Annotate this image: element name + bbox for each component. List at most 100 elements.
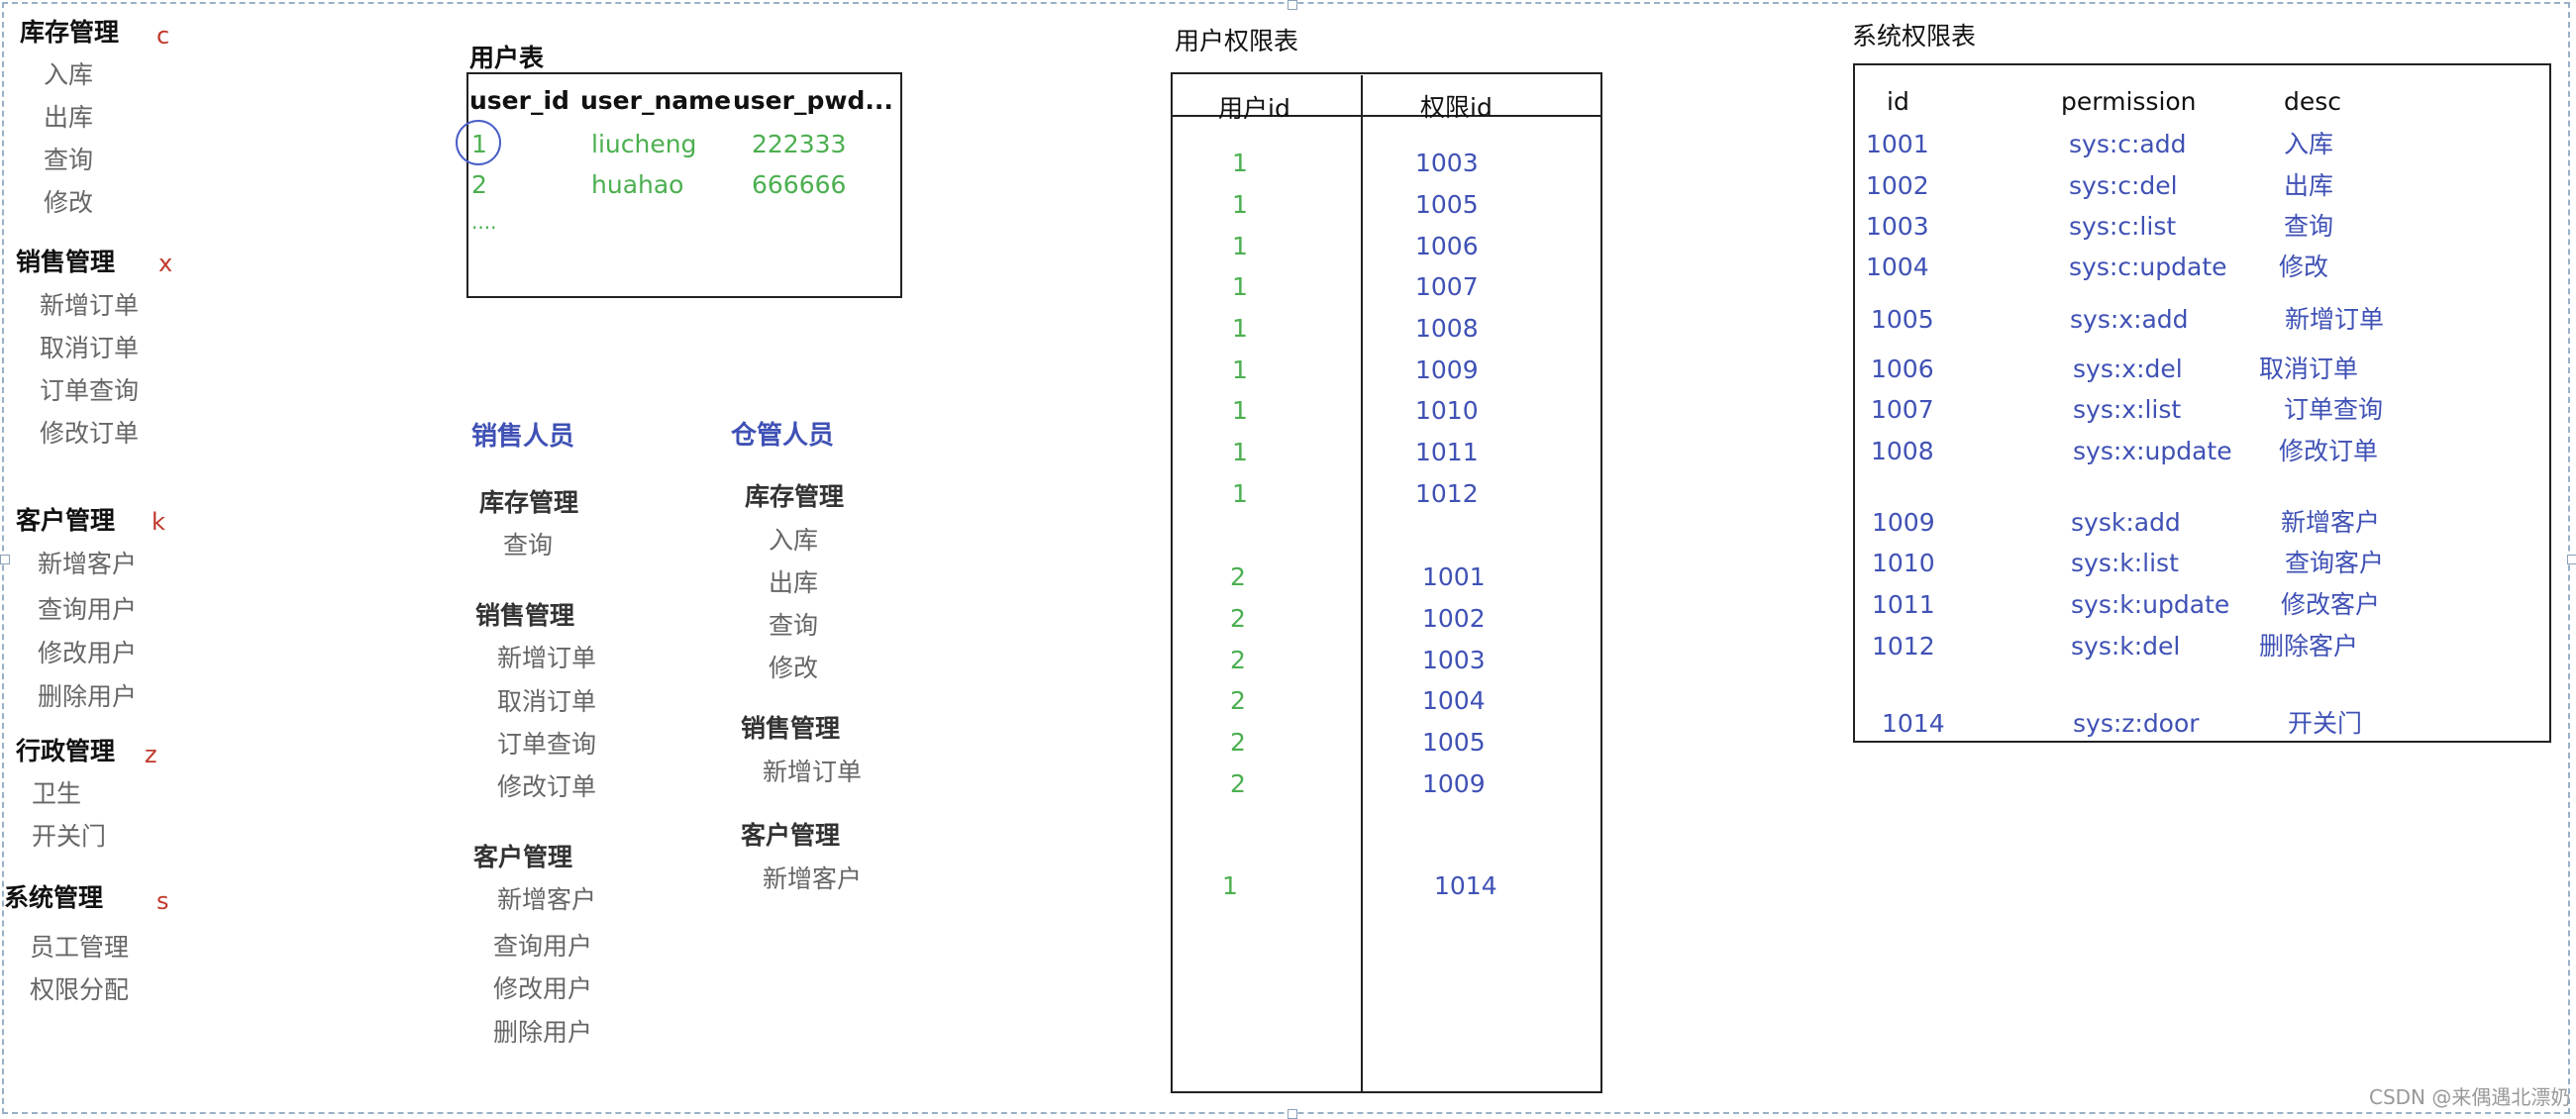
role-group-title: 客户管理: [741, 821, 841, 850]
role-title: 销售人员: [471, 422, 575, 452]
menu-item: 订单查询: [40, 376, 140, 405]
table-cell: 1007: [1871, 395, 1934, 424]
column-header: 用户id: [1218, 94, 1290, 123]
column-header: user_name: [580, 86, 732, 115]
table-cell: 1008: [1871, 437, 1934, 465]
table-cell: 1006: [1415, 232, 1479, 260]
table-cell: sys:c:update: [2069, 253, 2227, 281]
menu-item: 新增订单: [40, 291, 140, 320]
menu-group-code: z: [145, 741, 157, 768]
table-cell: 1: [1232, 438, 1248, 466]
table-cell: 1002: [1422, 604, 1486, 633]
table-cell: 1010: [1415, 396, 1479, 425]
table-ellipsis: ....: [471, 210, 497, 234]
role-item: 修改: [769, 654, 819, 682]
table-cell: 1004: [1866, 253, 1929, 281]
column-header: permission: [2061, 87, 2197, 116]
table-cell: liucheng: [591, 130, 697, 158]
table-cell: 2: [1230, 686, 1246, 715]
table-cell: 查询: [2284, 212, 2334, 241]
role-item: 查询: [769, 611, 819, 640]
table-cell: 1006: [1871, 355, 1934, 383]
menu-group-title: 行政管理: [16, 737, 116, 765]
table-cell: sys:x:list: [2073, 395, 2182, 424]
role-group-title: 客户管理: [473, 843, 573, 871]
menu-group-code: x: [158, 250, 173, 277]
table-cell: sys:k:del: [2071, 632, 2181, 661]
table-cell: sys:x:add: [2070, 305, 2189, 334]
column-header: desc: [2284, 87, 2342, 116]
menu-group-code: s: [156, 887, 169, 915]
table-cell: 2: [471, 170, 487, 199]
menu-item: 开关门: [32, 822, 107, 851]
role-item: 新增订单: [763, 758, 863, 786]
role-item: 新增客户: [763, 865, 863, 893]
menu-group-title: 系统管理: [4, 883, 104, 912]
table-cell: sys:z:door: [2073, 709, 2200, 738]
menu-item: 出库: [44, 103, 94, 132]
table-cell: 1001: [1422, 562, 1486, 591]
system-permission-table-border: [1853, 63, 2551, 743]
table-cell: sysk:add: [2071, 508, 2181, 537]
menu-group-code: c: [156, 22, 170, 50]
table-cell: sys:c:add: [2069, 130, 2187, 158]
role-group-title: 销售管理: [475, 601, 575, 630]
table-cell: 1012: [1415, 479, 1479, 508]
menu-group-code: k: [152, 508, 165, 536]
menu-item: 权限分配: [30, 975, 130, 1004]
role-item: 修改订单: [497, 772, 597, 801]
table-cell: 删除客户: [2259, 632, 2359, 661]
resize-handle-top[interactable]: [1288, 0, 1297, 10]
table-cell: sys:x:del: [2073, 355, 2183, 383]
table-cell: 订单查询: [2284, 395, 2384, 424]
table-cell: sys:x:update: [2073, 437, 2232, 465]
resize-handle-left[interactable]: [0, 555, 10, 564]
table-cell: 1012: [1872, 632, 1935, 661]
menu-item: 取消订单: [40, 334, 140, 362]
table-cell: 1010: [1872, 549, 1935, 577]
menu-item: 修改: [44, 188, 94, 217]
table-cell: 1005: [1415, 190, 1479, 219]
resize-handle-right[interactable]: [2567, 555, 2576, 564]
table-cell: 1: [1232, 232, 1248, 260]
menu-item: 员工管理: [30, 933, 130, 962]
table-cell: 1009: [1422, 769, 1486, 798]
table-cell: 2: [1230, 646, 1246, 674]
role-item: 修改用户: [493, 974, 593, 1003]
table-cell: 1004: [1422, 686, 1486, 715]
table-cell: 222333: [752, 130, 847, 158]
role-item: 删除用户: [493, 1018, 593, 1047]
role-item: 新增客户: [497, 885, 597, 914]
role-item: 取消订单: [497, 687, 597, 716]
table-cell: 2: [1230, 728, 1246, 757]
user-table-title: 用户表: [469, 44, 545, 72]
column-divider: [1361, 75, 1363, 1093]
role-group-title: 销售管理: [741, 714, 841, 743]
table-cell: 1: [1222, 871, 1238, 900]
role-item: 查询: [503, 531, 554, 560]
table-cell: 修改订单: [2279, 437, 2379, 465]
column-header: id: [1887, 87, 1909, 116]
table-cell: 1007: [1415, 272, 1479, 301]
column-header: user_id: [469, 86, 569, 115]
table-cell: 修改: [2279, 253, 2329, 281]
role-group-title: 库存管理: [745, 482, 845, 511]
table-cell: sys:k:update: [2071, 590, 2230, 619]
system-permission-table-title: 系统权限表: [1852, 22, 1977, 51]
table-cell: sys:c:del: [2069, 171, 2178, 200]
menu-item: 修改订单: [40, 419, 140, 448]
table-cell: huahao: [591, 170, 684, 199]
menu-group-title: 库存管理: [20, 18, 120, 47]
table-cell: 新增订单: [2285, 305, 2385, 334]
table-cell: 1003: [1866, 212, 1929, 241]
table-cell: 新增客户: [2281, 508, 2381, 537]
role-item: 入库: [769, 526, 819, 555]
table-cell: 1011: [1872, 590, 1935, 619]
table-cell: 2: [1230, 769, 1246, 798]
menu-item: 删除用户: [38, 682, 138, 711]
table-cell: 1: [1232, 149, 1248, 177]
role-item: 新增订单: [497, 644, 597, 672]
table-cell: 1: [1232, 479, 1248, 508]
table-cell: 1: [1232, 190, 1248, 219]
user-permission-table-title: 用户权限表: [1175, 27, 1299, 55]
